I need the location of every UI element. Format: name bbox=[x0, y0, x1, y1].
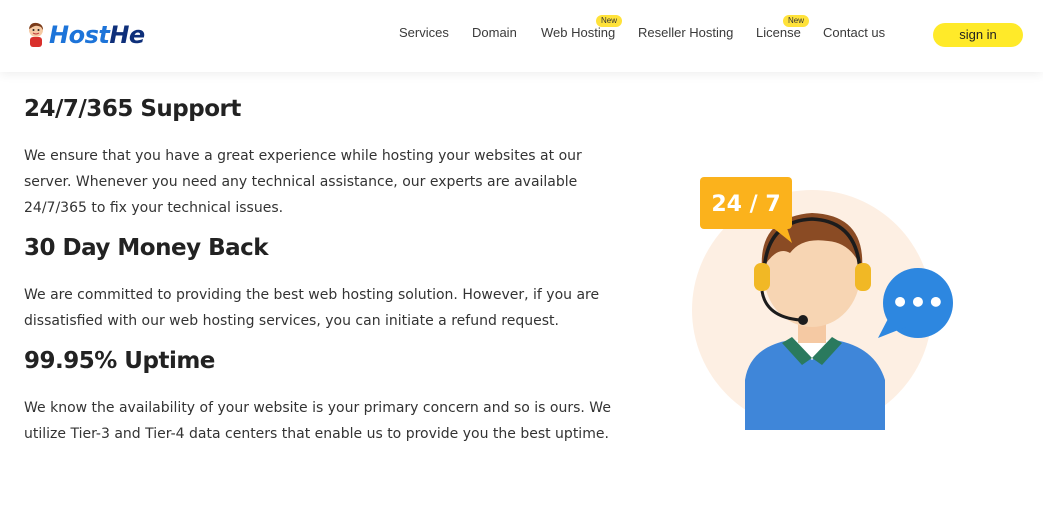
feature-money-back: 30 Day Money Back We are committed to pr… bbox=[24, 231, 624, 334]
logo[interactable]: HostHe bbox=[26, 18, 145, 52]
nav-services[interactable]: Services bbox=[399, 25, 449, 40]
feature-title: 24/7/365 Support bbox=[24, 96, 241, 122]
support-247-text: 24 / 7 bbox=[711, 192, 780, 217]
feature-uptime: 99.95% Uptime We know the availability o… bbox=[24, 344, 624, 447]
sign-in-button[interactable]: sign in bbox=[933, 23, 1023, 47]
chat-dots: ••• bbox=[891, 286, 945, 319]
headset-right-icon bbox=[855, 263, 871, 291]
nav-license[interactable]: License bbox=[756, 25, 801, 40]
new-badge-license: New bbox=[783, 15, 810, 27]
headset-left-icon bbox=[754, 263, 770, 291]
feature-description: We are committed to providing the best w… bbox=[24, 287, 600, 329]
mascot-icon bbox=[29, 22, 43, 47]
feature-support: 24/7/365 Support We ensure that you have… bbox=[24, 92, 624, 221]
nav-contact-us[interactable]: Contact us bbox=[823, 25, 885, 40]
nav-web-hosting[interactable]: Web Hosting bbox=[541, 25, 615, 40]
logo-text-he: He bbox=[109, 21, 145, 49]
logo-text-host: Host bbox=[49, 21, 110, 49]
feature-description: We ensure that you have a great experien… bbox=[24, 148, 582, 216]
features-content: 24/7/365 Support We ensure that you have… bbox=[24, 92, 624, 457]
header: HostHe Services Domain Web Hosting New R… bbox=[0, 0, 1043, 72]
support-agent-illustration: 24 / 7 ••• bbox=[692, 177, 953, 430]
nav-reseller-hosting[interactable]: Reseller Hosting bbox=[638, 25, 733, 40]
feature-title: 99.95% Uptime bbox=[24, 348, 215, 374]
new-badge-web-hosting: New bbox=[596, 15, 623, 27]
feature-title: 30 Day Money Back bbox=[24, 235, 269, 261]
nav-domain[interactable]: Domain bbox=[472, 25, 517, 40]
microphone-icon bbox=[798, 315, 808, 325]
feature-description: We know the availability of your website… bbox=[24, 400, 611, 442]
